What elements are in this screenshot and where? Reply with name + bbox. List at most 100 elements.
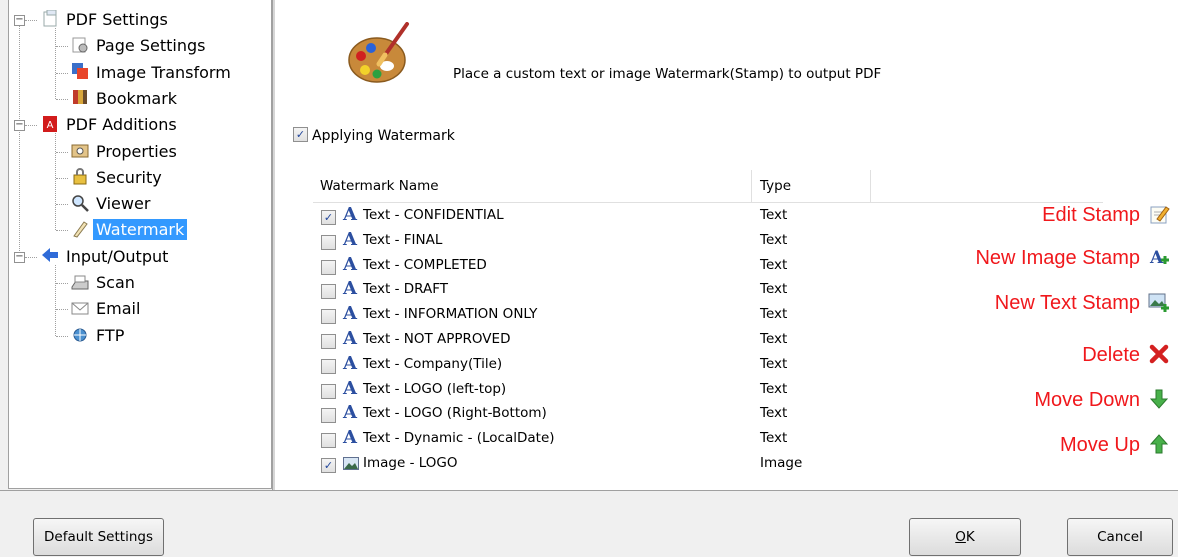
tree-connector — [55, 28, 56, 99]
watermark-type: Text — [760, 430, 788, 447]
tree-item-pdf-settings[interactable]: PDF Settings — [41, 8, 171, 32]
table-row[interactable]: A Text - LOGO (Right-Bottom) Text — [313, 401, 1103, 426]
tree-item-page-settings[interactable]: Page Settings — [71, 34, 208, 58]
row-checkbox[interactable] — [321, 309, 336, 325]
tree-expander[interactable]: − — [14, 120, 25, 132]
tree-item-pdf-additions[interactable]: A PDF Additions — [41, 113, 180, 137]
add-text-icon: A — [1149, 248, 1169, 268]
tree-item-label: Viewer — [96, 194, 151, 214]
tree-item-bookmark[interactable]: Bookmark — [71, 87, 180, 111]
tree-connector — [55, 264, 56, 336]
viewer-icon — [72, 194, 89, 212]
text-stamp-icon: A — [343, 327, 357, 349]
svg-text:A: A — [47, 120, 54, 131]
ok-label-suffix: K — [965, 529, 975, 545]
text-stamp-icon: A — [343, 278, 357, 300]
bottom-divider — [0, 490, 1178, 491]
text-stamp-icon: A — [343, 377, 357, 399]
watermark-name: Image - LOGO — [363, 454, 458, 471]
tree-item-email[interactable]: Email — [71, 297, 143, 321]
watermark-name: Text - LOGO (Right-Bottom) — [363, 405, 547, 422]
cancel-button[interactable]: Cancel — [1067, 518, 1173, 556]
row-checkbox[interactable] — [321, 358, 336, 374]
table-row[interactable]: ✓ A Text - CONFIDENTIAL Text — [313, 203, 1103, 228]
tree-item-label: Email — [96, 299, 141, 319]
watermark-type: Image — [760, 454, 803, 471]
move-down-label: Move Down — [1034, 389, 1140, 411]
text-stamp-icon: A — [343, 253, 357, 275]
tree-connector — [25, 125, 37, 127]
table-row[interactable]: A Text - Dynamic - (LocalDate) Text — [313, 426, 1103, 451]
tree-item-label: Input/Output — [66, 246, 169, 266]
row-checkbox[interactable] — [321, 284, 336, 300]
row-checkbox[interactable] — [321, 383, 336, 399]
row-checkbox[interactable] — [321, 234, 336, 250]
default-settings-button[interactable]: Default Settings — [33, 518, 164, 556]
watermark-type: Text — [760, 207, 788, 223]
ok-mnemonic: O — [955, 529, 966, 545]
tree-connector — [56, 309, 68, 311]
text-stamp-icon: A — [343, 228, 357, 250]
tree-item-label: PDF Settings — [66, 10, 168, 29]
tree-connector — [25, 20, 37, 21]
column-separator[interactable] — [870, 170, 871, 202]
email-icon — [71, 302, 89, 315]
table-row[interactable]: A Text - DRAFT Text — [313, 277, 1103, 302]
settings-tree[interactable]: PDF Settings − Page Settings Image Transfor… — [8, 0, 272, 489]
table-row[interactable]: ✓ Image - LOGO Image — [313, 451, 1103, 476]
pdf-settings-icon — [43, 9, 57, 26]
apply-watermark-checkmark[interactable]: ✓ — [293, 126, 308, 142]
watermark-type: Text — [760, 281, 788, 298]
arrow-up-icon — [1149, 433, 1169, 454]
column-header-type[interactable]: Type — [760, 178, 791, 194]
move-up-button[interactable]: Move Up — [1060, 430, 1170, 460]
list-header: Watermark Name Type — [313, 170, 1103, 203]
watermark-name: Text - COMPLETED — [363, 256, 487, 273]
move-down-button[interactable]: Move Down — [1034, 385, 1170, 415]
watermark-type: Text — [760, 405, 788, 422]
tree-expander[interactable]: − — [14, 15, 25, 26]
tree-item-security[interactable]: Security — [71, 166, 165, 190]
tree-item-label: Security — [96, 167, 162, 187]
table-row[interactable]: A Text - Company(Tile) Text — [313, 352, 1103, 377]
delete-button[interactable]: Delete — [1082, 340, 1170, 370]
table-row[interactable]: A Text - LOGO (left-top) Text — [313, 377, 1103, 402]
tree-item-ftp[interactable]: FTP — [71, 324, 127, 348]
properties-icon — [71, 144, 89, 158]
tree-item-watermark[interactable]: Watermark — [71, 218, 188, 242]
tree-connector — [56, 98, 68, 100]
watermark-icon — [73, 221, 88, 238]
palette-icon — [348, 22, 409, 83]
row-checkbox[interactable]: ✓ — [321, 457, 336, 473]
tree-item-viewer[interactable]: Viewer — [71, 192, 153, 216]
move-up-label: Move Up — [1059, 434, 1140, 456]
row-checkbox[interactable]: ✓ — [321, 210, 336, 225]
table-row[interactable]: A Text - NOT APPROVED Text — [313, 327, 1103, 352]
column-separator[interactable] — [751, 170, 752, 202]
table-row[interactable]: A Text - INFORMATION ONLY Text — [313, 302, 1103, 327]
new-image-stamp-button[interactable]: New Image Stamp A — [975, 243, 1170, 273]
row-checkbox[interactable] — [321, 433, 336, 449]
row-checkbox[interactable] — [321, 333, 336, 349]
watermark-type: Text — [760, 355, 788, 372]
tree-item-input-output[interactable]: Input/Output — [41, 245, 171, 269]
arrow-down-icon — [1149, 389, 1169, 409]
tree-item-image-transform[interactable]: Image Transform — [71, 61, 234, 85]
new-text-stamp-button[interactable]: New Text Stamp — [995, 288, 1170, 318]
row-checkbox[interactable] — [321, 408, 336, 424]
tree-connector — [19, 26, 20, 263]
tree-item-properties[interactable]: Properties — [71, 140, 180, 164]
apply-watermark-checkbox[interactable]: ✓ Applying Watermark — [293, 126, 455, 144]
column-header-name[interactable]: Watermark Name — [320, 178, 439, 194]
tree-item-scan[interactable]: Scan — [71, 271, 138, 295]
row-checkbox[interactable] — [321, 259, 336, 275]
tree-expander[interactable]: − — [14, 251, 25, 263]
watermark-list[interactable]: Watermark Name Type ✓ A Text - CONFIDENTIA… — [313, 170, 1103, 476]
tree-item-label: Page Settings — [96, 36, 206, 56]
edit-stamp-button[interactable]: Edit Stamp — [1042, 200, 1170, 230]
text-stamp-icon: A — [343, 427, 357, 449]
watermark-panel: Place a custom text or image Watermark(S… — [275, 0, 1178, 490]
ok-button[interactable]: OK — [909, 518, 1021, 556]
watermark-name: Text - INFORMATION ONLY — [363, 306, 538, 323]
tree-item-label: Watermark — [93, 219, 188, 241]
